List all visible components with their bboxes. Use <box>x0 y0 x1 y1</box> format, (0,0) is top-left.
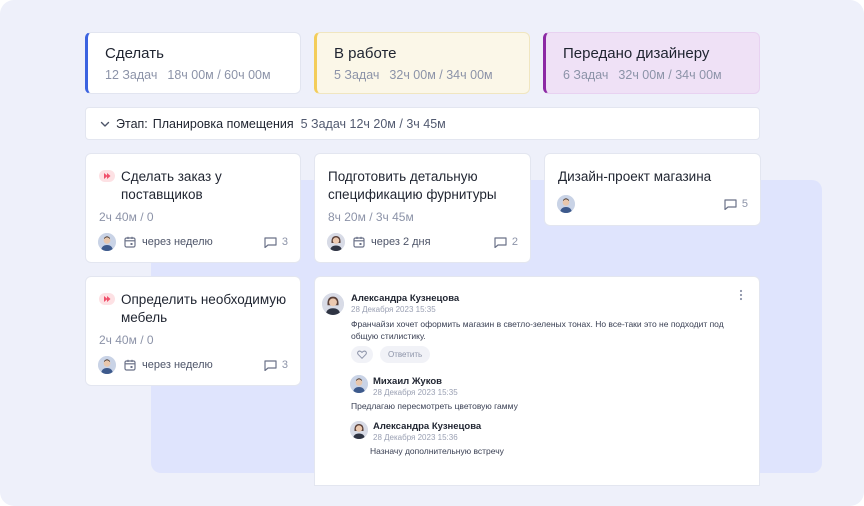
comment-date: 28 Декабря 2023 15:35 <box>373 388 458 397</box>
avatar[interactable] <box>322 293 344 315</box>
task-title: Дизайн-проект магазина <box>558 169 712 184</box>
column-time: 18ч 00м / 60ч 00м <box>167 68 271 82</box>
task-footer: 5 <box>557 195 748 213</box>
comment-author: Александра Кузнецова <box>351 293 460 304</box>
column-meta: 12 Задач 18ч 00м / 60ч 00м <box>105 68 271 82</box>
task-footer: через неделю 3 <box>98 356 288 374</box>
task-footer: через неделю 3 <box>98 233 288 251</box>
comment-count: 3 <box>281 359 288 371</box>
stage-meta: 5 Задач 12ч 20м / 3ч 45м <box>300 116 446 131</box>
avatar[interactable] <box>327 233 345 251</box>
priority-flag-icon <box>99 293 115 305</box>
comments-button[interactable]: 3 <box>264 236 288 248</box>
task-card[interactable]: Определить необходимую мебель 2ч 40м / 0… <box>85 276 301 386</box>
avatar[interactable] <box>557 195 575 213</box>
heart-icon <box>357 350 367 359</box>
avatar[interactable] <box>350 421 368 439</box>
task-title: Сделать заказ у поставщиков <box>121 169 222 202</box>
comments-button[interactable]: 5 <box>724 198 748 210</box>
column-header-sent-to-designer[interactable]: Передано дизайнеру 6 Задач 32ч 00м / 34ч … <box>543 32 760 94</box>
priority-flag-icon <box>99 170 115 182</box>
column-title: Передано дизайнеру <box>563 45 710 62</box>
stage-group-toggle[interactable]: Этап: Планировка помещения 5 Задач 12ч 2… <box>85 107 760 140</box>
column-time: 32ч 00м / 34ч 00м <box>389 68 493 82</box>
comment-icon <box>264 236 277 248</box>
comment-date: 28 Декабря 2023 15:36 <box>373 433 458 442</box>
column-title: В работе <box>334 45 397 62</box>
task-card[interactable]: Сделать заказ у поставщиков 2ч 40м / 0 ч… <box>85 153 301 263</box>
comment-count: 5 <box>741 198 748 210</box>
comment-icon <box>264 359 277 371</box>
more-vertical-icon[interactable] <box>739 289 743 301</box>
task-title: Определить необходимую мебель <box>121 292 287 325</box>
comment-count: 3 <box>281 236 288 248</box>
task-due: через неделю <box>142 236 213 248</box>
stage-name: Планировка помещения <box>152 116 294 131</box>
comment-icon <box>724 198 737 210</box>
calendar-icon <box>124 236 136 248</box>
comment-text: Франчайзи хочет оформить магазин в светл… <box>351 319 724 341</box>
comments-button[interactable]: 3 <box>264 359 288 371</box>
column-title: Сделать <box>105 45 164 62</box>
task-footer: через 2 дня 2 <box>327 233 518 251</box>
task-due: через неделю <box>142 359 213 371</box>
like-button[interactable] <box>351 346 373 363</box>
chevron-down-icon <box>100 121 110 127</box>
app-frame: Сделать 12 Задач 18ч 00м / 60ч 00м В рабо… <box>0 0 864 506</box>
comment-count: 2 <box>511 236 518 248</box>
task-time: 2ч 40м / 0 <box>99 210 154 224</box>
comments-button[interactable]: 2 <box>494 236 518 248</box>
column-time: 32ч 00м / 34ч 00м <box>618 68 722 82</box>
column-header-todo[interactable]: Сделать 12 Задач 18ч 00м / 60ч 00м <box>85 32 301 94</box>
comment-author: Александра Кузнецова <box>373 421 482 432</box>
task-title: Подготовить детальную спецификацию фурни… <box>328 169 497 202</box>
stage-label: Этап: <box>116 116 148 131</box>
comment-icon <box>494 236 507 248</box>
reply-button[interactable]: Ответить <box>380 346 431 363</box>
comment-text: Назначу дополнительную встречу <box>370 446 504 456</box>
column-task-count: 6 Задач <box>563 68 609 82</box>
task-due: через 2 дня <box>371 236 431 248</box>
avatar[interactable] <box>98 233 116 251</box>
avatar[interactable] <box>350 375 368 393</box>
column-meta: 6 Задач 32ч 00м / 34ч 00м <box>563 68 722 82</box>
task-card[interactable]: Подготовить детальную спецификацию фурни… <box>314 153 531 263</box>
comment-thread-panel: Александра Кузнецова 28 Декабря 2023 15:… <box>314 276 760 486</box>
calendar-icon <box>353 236 365 248</box>
task-time: 8ч 20м / 3ч 45м <box>328 210 414 224</box>
column-header-in-progress[interactable]: В работе 5 Задач 32ч 00м / 34ч 00м <box>314 32 530 94</box>
comment-author: Михаил Жуков <box>373 376 442 387</box>
comment-text: Предлагаю пересмотреть цветовую гамму <box>351 401 518 411</box>
task-time: 2ч 40м / 0 <box>99 333 154 347</box>
column-task-count: 12 Задач <box>105 68 158 82</box>
column-task-count: 5 Задач <box>334 68 380 82</box>
task-card[interactable]: Дизайн-проект магазина 5 <box>544 153 761 226</box>
avatar[interactable] <box>98 356 116 374</box>
comment-date: 28 Декабря 2023 15:35 <box>351 305 436 314</box>
calendar-icon <box>124 359 136 371</box>
column-meta: 5 Задач 32ч 00м / 34ч 00м <box>334 68 493 82</box>
